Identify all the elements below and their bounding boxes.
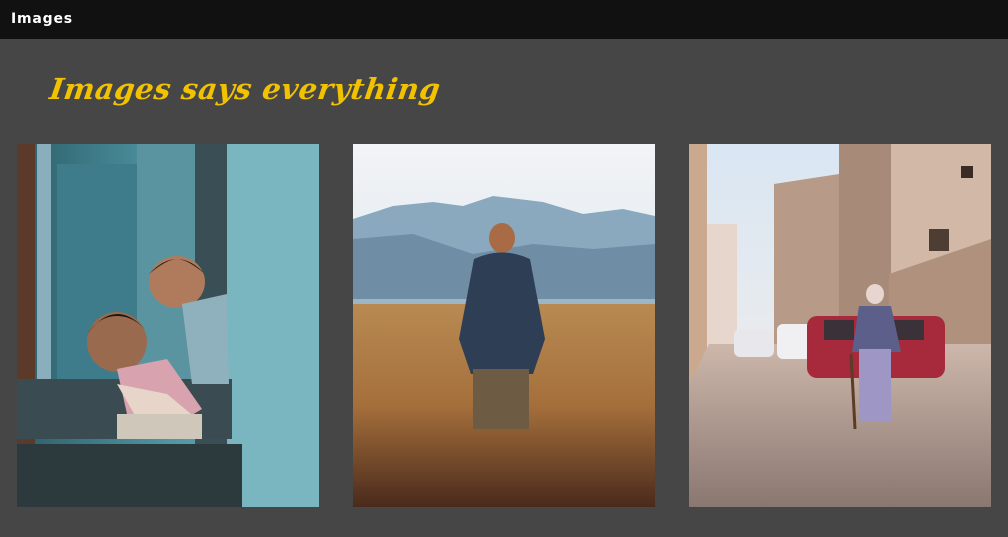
old-man-street-image [689, 144, 991, 507]
brand-logo-text[interactable]: Images [11, 11, 73, 27]
man-in-wheat-field-photo[interactable] [353, 144, 655, 507]
man-field-image [353, 144, 655, 507]
page-headline: Images says everything [47, 72, 443, 106]
children-peeking-image [17, 144, 319, 507]
old-man-walking-street-photo[interactable] [689, 144, 991, 507]
top-navbar: Images [0, 0, 1008, 39]
children-peeking-photo[interactable] [17, 144, 319, 507]
